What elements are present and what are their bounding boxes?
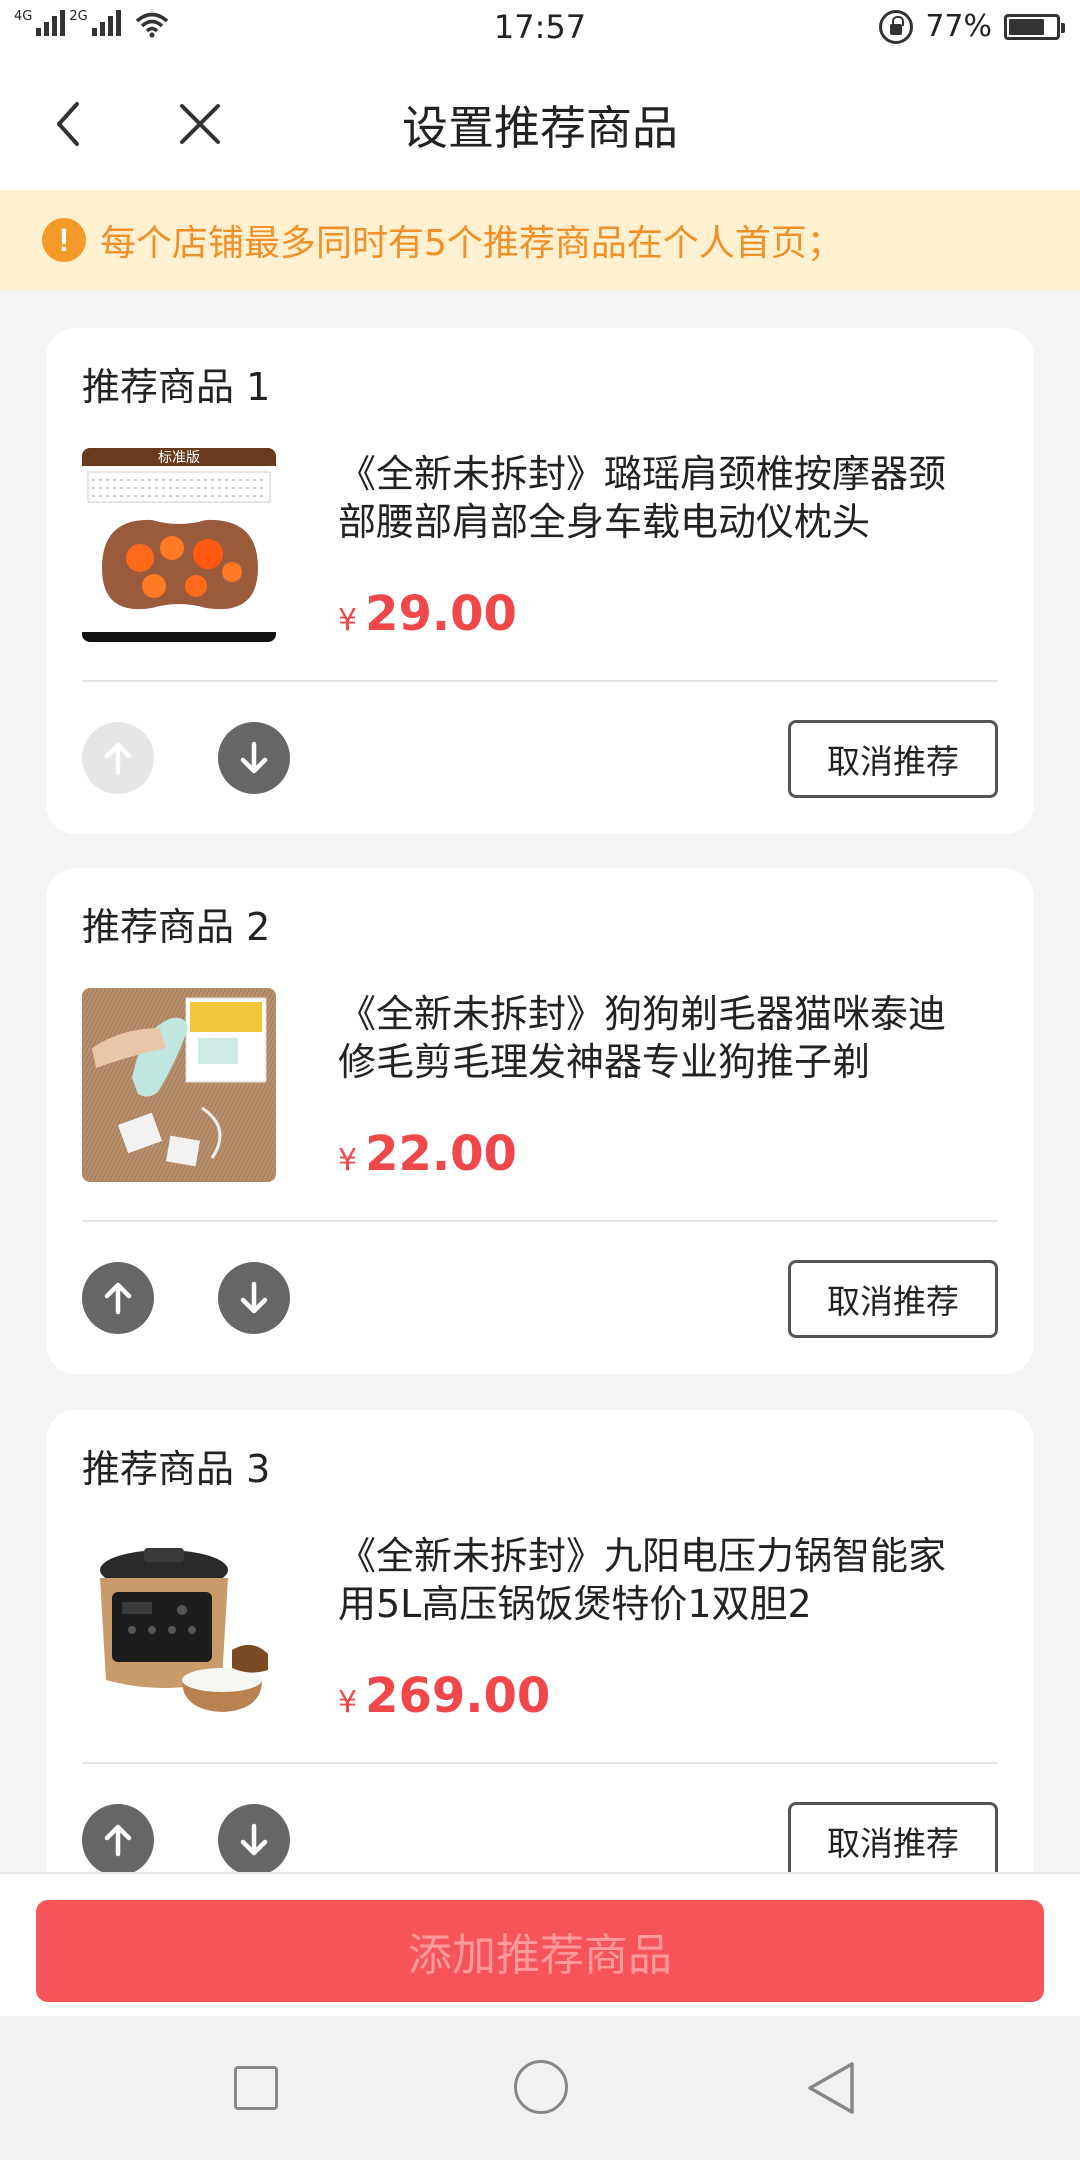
arrow-up-icon <box>104 1282 132 1315</box>
move-down-button[interactable] <box>218 722 290 794</box>
product-card-2: 推荐商品 2 《全新未拆封》狗狗剃毛器猫咪泰迪 修毛剪毛理发神器专业狗推子剃 ¥… <box>46 868 1034 1374</box>
rotation-lock-icon <box>879 9 914 44</box>
move-down-button[interactable] <box>218 1804 290 1876</box>
product-name-line-1: 《全新未拆封》璐瑶肩颈椎按摩器颈 <box>338 452 947 496</box>
product-name[interactable]: 《全新未拆封》狗狗剃毛器猫咪泰迪 修毛剪毛理发神器专业狗推子剃 <box>338 990 998 1086</box>
notice-banner: ! 每个店铺最多同时有5个推荐商品在个人首页； <box>0 190 1080 290</box>
move-up-button[interactable] <box>82 722 154 794</box>
cooker-image <box>82 1530 276 1724</box>
price-value: 29.00 <box>365 586 517 642</box>
status-right: 77% <box>879 9 1065 44</box>
card-title: 推荐商品 3 <box>82 1447 271 1491</box>
product-name-line-2: 修毛剪毛理发神器专业狗推子剃 <box>338 1040 871 1084</box>
card-title: 推荐商品 2 <box>82 905 271 949</box>
currency-symbol: ¥ <box>338 1685 358 1720</box>
move-down-button[interactable] <box>218 1262 290 1334</box>
thumb-banner-text: 标准版 <box>158 450 200 466</box>
screen: 4G 2G 17:57 77% 设置推荐商品 ! 每个店铺最多同时有5个推荐商品… <box>0 0 1080 2160</box>
header: 设置推荐商品 <box>0 56 1080 190</box>
product-image-massager[interactable]: 标准版 <box>82 448 276 642</box>
divider <box>82 680 998 682</box>
currency-symbol: ¥ <box>338 603 358 638</box>
clipper-image <box>82 988 276 1182</box>
arrow-down-icon <box>240 1281 268 1314</box>
product-card-1: 推荐商品 1 标准版 《全新未拆封》璐瑶肩颈椎按摩器颈 部腰部肩部全身车载电动仪… <box>46 328 1034 834</box>
page-title: 设置推荐商品 <box>402 101 678 155</box>
notice-text: 每个店铺最多同时有5个推荐商品在个人首页； <box>100 223 843 264</box>
price-value: 269.00 <box>365 1668 551 1724</box>
arrow-up-icon <box>104 1824 132 1857</box>
arrow-down-icon <box>240 741 268 774</box>
product-image-clipper[interactable] <box>82 988 276 1182</box>
triangle-back-icon[interactable] <box>802 2058 862 2118</box>
product-name[interactable]: 《全新未拆封》九阳电压力锅智能家 用5L高压锅饭煲特价1双胆2 <box>338 1532 998 1628</box>
system-nav-bar <box>0 2016 1080 2160</box>
battery-fill <box>1009 18 1045 35</box>
product-card-3: 推荐商品 3 《全新未拆封》九阳电压力锅智能家 用5L高压锅饭煲特价1双胆2 ¥… <box>46 1410 1034 1916</box>
cancel-recommend-button[interactable]: 取消推荐 <box>788 720 998 798</box>
cancel-recommend-button[interactable]: 取消推荐 <box>788 1260 998 1338</box>
cancel-recommend-button[interactable]: 取消推荐 <box>788 1802 998 1880</box>
price-value: 22.00 <box>365 1126 517 1182</box>
product-price: ¥ 269.00 <box>338 1668 550 1724</box>
card-title: 推荐商品 1 <box>82 365 271 409</box>
arrow-up-icon <box>104 742 132 775</box>
divider <box>82 1762 998 1764</box>
square-icon[interactable] <box>234 2066 278 2110</box>
bottom-bar: 添加推荐商品 <box>0 1872 1080 2016</box>
product-price: ¥ 29.00 <box>338 586 517 642</box>
circle-icon[interactable] <box>514 2060 568 2114</box>
product-name[interactable]: 《全新未拆封》璐瑶肩颈椎按摩器颈 部腰部肩部全身车载电动仪枕头 <box>338 450 998 546</box>
arrow-down-icon <box>240 1823 268 1856</box>
add-recommend-button[interactable]: 添加推荐商品 <box>36 1900 1044 2002</box>
exclamation-icon: ! <box>42 218 86 262</box>
move-up-button[interactable] <box>82 1804 154 1876</box>
massager-image: 标准版 <box>82 448 276 642</box>
status-bar: 4G 2G 17:57 77% <box>0 0 1080 56</box>
battery-percent: 77% <box>925 9 992 44</box>
product-image-cooker[interactable] <box>82 1530 276 1724</box>
divider <box>82 1220 998 1222</box>
product-price: ¥ 22.00 <box>338 1126 517 1182</box>
move-up-button[interactable] <box>82 1262 154 1334</box>
battery-icon <box>1004 13 1065 40</box>
product-name-line-2: 部腰部肩部全身车载电动仪枕头 <box>338 500 871 544</box>
product-name-line-2: 用5L高压锅饭煲特价1双胆2 <box>338 1582 812 1626</box>
currency-symbol: ¥ <box>338 1143 358 1178</box>
product-name-line-1: 《全新未拆封》狗狗剃毛器猫咪泰迪 <box>338 992 947 1036</box>
product-name-line-1: 《全新未拆封》九阳电压力锅智能家 <box>338 1534 947 1578</box>
